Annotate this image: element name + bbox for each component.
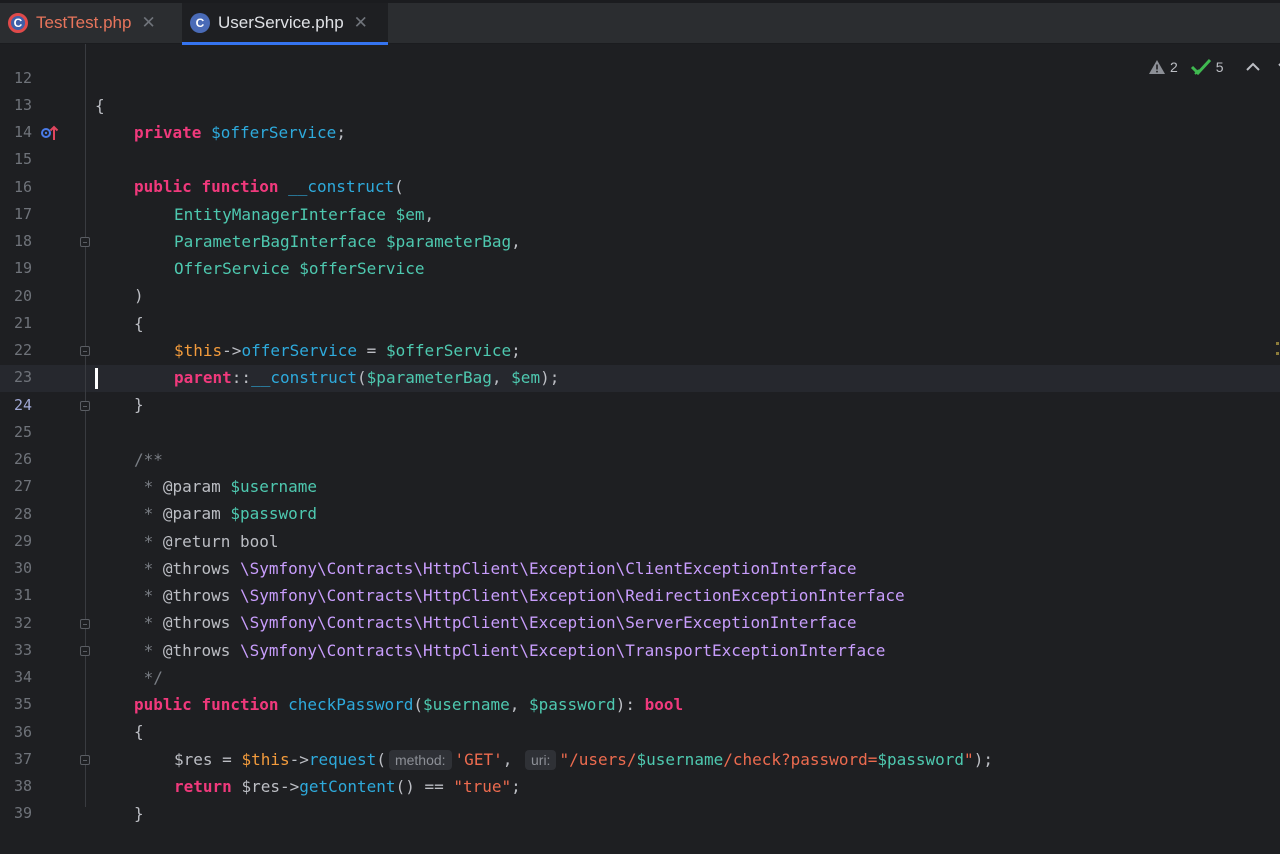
code-line: 18 OfferService $offerService bbox=[0, 201, 1280, 278]
code-line: 37 return $res->getContent() == "true"; bbox=[0, 719, 1280, 796]
line-number: 39 bbox=[13, 804, 32, 822]
code-line: 13 private $offerService; bbox=[0, 65, 1280, 142]
code-line: 33 */ bbox=[0, 610, 1280, 687]
code-line: 34 public function checkPassword($userna… bbox=[0, 637, 1280, 714]
code-line: 36 $res = $this->request(method: 'GET', u… bbox=[0, 692, 1280, 770]
code-line: 25 /** bbox=[0, 392, 1280, 469]
code-line: 29 * @throws \Symfony\Contracts\HttpClie… bbox=[0, 501, 1280, 578]
code-line: 35 { bbox=[0, 664, 1280, 741]
code-line: 23 } bbox=[0, 337, 1280, 414]
code-line: 32 * @throws \Symfony\Contracts\HttpClie… bbox=[0, 583, 1280, 660]
code-line: 22 parent::__construct($parameterBag, $e… bbox=[0, 310, 1280, 387]
code-line: 24 bbox=[0, 365, 1280, 414]
code-line: 27 * @param $password bbox=[0, 446, 1280, 523]
code-line: 12 { bbox=[0, 38, 1280, 115]
code-line: 21 $this->offerService = $offerService; bbox=[0, 283, 1280, 360]
php-class-icon: C bbox=[190, 13, 210, 33]
code-line: 16 EntityManagerInterface $em, bbox=[0, 147, 1280, 224]
tab-label: UserService.php bbox=[218, 13, 344, 32]
tab-userservice-php[interactable]: C UserService.php ✕ bbox=[182, 3, 388, 45]
php-class-icon: C bbox=[8, 13, 28, 33]
code-line: 30 * @throws \Symfony\Contracts\HttpClie… bbox=[0, 528, 1280, 605]
code-line: 39 bbox=[0, 773, 1280, 822]
code-line: 26 * @param $username bbox=[0, 419, 1280, 496]
code-line: 17 ParameterBagInterface $parameterBag, bbox=[0, 174, 1280, 251]
code-line: 15 public function __construct( bbox=[0, 119, 1280, 196]
code-line: 20 { bbox=[0, 256, 1280, 333]
tab-label: TestTest.php bbox=[36, 13, 132, 32]
code-line: 31 * @throws \Symfony\Contracts\HttpClie… bbox=[0, 555, 1280, 632]
tab-testtest-php[interactable]: C TestTest.php ✕ bbox=[8, 3, 180, 43]
code-line: 19 ) bbox=[0, 228, 1280, 305]
close-icon[interactable]: ✕ bbox=[354, 13, 368, 33]
code-line: 28 * @return bool bbox=[0, 474, 1280, 551]
code-line: 14 bbox=[0, 92, 1280, 141]
code-token: } bbox=[134, 804, 144, 823]
code-line: 38 } bbox=[0, 746, 1280, 823]
close-icon[interactable]: ✕ bbox=[141, 13, 155, 33]
